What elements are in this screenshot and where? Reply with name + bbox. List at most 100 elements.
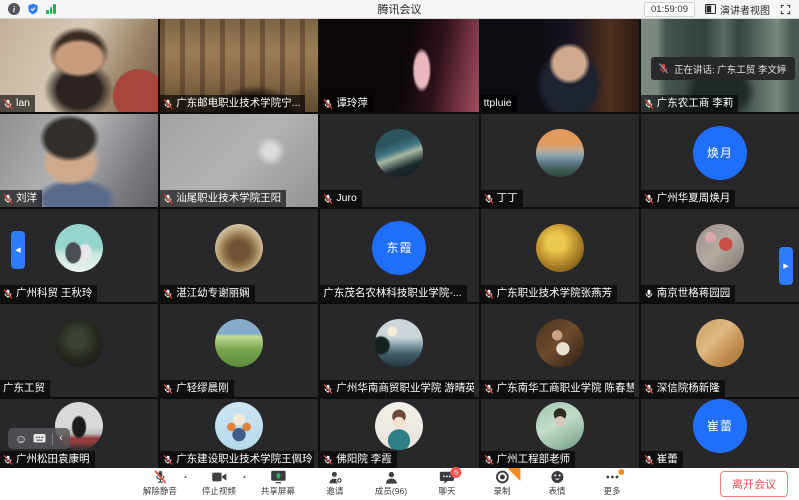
participant-name-tag: 湛江幼专谢丽娴	[160, 285, 255, 302]
chat-button[interactable]: 5 聊天	[432, 470, 462, 497]
avatar-initials: 东霞	[386, 239, 412, 256]
participant-tile[interactable]: 东霞 广东茂名农林科技职业学院-...	[320, 209, 478, 302]
speaker-view-toggle[interactable]: 演讲者视图	[705, 2, 770, 17]
leave-meeting-button[interactable]: 离开会议	[720, 471, 788, 497]
video-grid: lan 广东邮电职业技术学院宁... 谭玲萍	[0, 19, 799, 468]
participant-tile[interactable]: 丁丁	[481, 114, 639, 207]
participant-name: 广东茂名农林科技职业学院-...	[323, 287, 461, 300]
participant-tile[interactable]: 湛江幼专谢丽娴	[160, 209, 318, 302]
participant-tile[interactable]: 焕月 广州华夏周焕月	[641, 114, 799, 207]
participant-name: 刘洋	[16, 192, 37, 205]
mic-muted-icon	[3, 99, 13, 109]
emoji-icon	[550, 470, 564, 484]
participant-name-tag: 广州华夏周焕月	[641, 190, 736, 207]
participant-name-tag: 广州科贸 王秋玲	[0, 285, 97, 302]
participant-name-tag: 崔蕾	[641, 451, 683, 468]
mic-on-icon	[644, 289, 654, 299]
more-button[interactable]: 更多	[597, 470, 627, 497]
members-button[interactable]: 成员(96)	[375, 470, 407, 497]
share-screen-button[interactable]: 共享屏幕	[261, 470, 295, 497]
participant-name: 广东邮电职业技术学院宁...	[176, 97, 300, 110]
emoji-reaction-icon[interactable]: ☺	[15, 433, 27, 445]
title-bar-right: 01:59:09 演讲者视图	[644, 2, 791, 17]
record-button[interactable]: 录制	[487, 470, 517, 497]
view-toggle-label: 演讲者视图	[720, 2, 770, 17]
record-icon	[495, 470, 509, 484]
participant-name: 湛江幼专谢丽娴	[176, 287, 250, 300]
participant-tile[interactable]: 广东职业技术学院张燕芳	[481, 209, 639, 302]
participant-name-tag: 刘洋	[0, 190, 42, 207]
participant-tile[interactable]: 深信院杨新隆	[641, 304, 799, 397]
participant-name-tag: ttpluie	[481, 95, 517, 112]
participant-tile[interactable]: 广州华南商贸职业学院 游晴英	[320, 304, 478, 397]
participant-name-tag: 广轻缪晨刚	[160, 380, 234, 397]
emoji-button[interactable]: 表情	[542, 470, 572, 497]
participant-tile[interactable]: 广东建设职业技术学院王佩玲	[160, 399, 318, 468]
mic-muted-icon	[484, 289, 494, 299]
unmute-label: 解除静音	[143, 485, 177, 497]
meeting-status-icons: i	[8, 3, 56, 15]
participant-name-tag: 广东茂名农林科技职业学院-...	[320, 285, 466, 302]
participant-name: 广东南华工商职业学院 陈春慧	[497, 382, 634, 395]
participant-tile[interactable]: Juro	[320, 114, 478, 207]
stop-video-label: 停止视频	[202, 485, 236, 497]
participant-avatar	[536, 129, 584, 177]
participant-avatar	[375, 402, 423, 450]
fullscreen-icon[interactable]	[780, 4, 791, 15]
participant-tile[interactable]: 广州工程部老师	[481, 399, 639, 468]
invite-label: 邀请	[326, 485, 343, 497]
chat-label: 聊天	[439, 485, 456, 497]
participant-name-tag: 广东农工商 李莉	[641, 95, 738, 112]
network-signal-icon[interactable]	[46, 4, 56, 14]
participant-avatar	[536, 224, 584, 272]
participant-tile[interactable]: ttpluie	[481, 19, 639, 112]
collapse-quickbar-icon[interactable]: ‹	[59, 433, 63, 444]
mic-muted-icon	[3, 455, 13, 465]
caption-keyboard-icon[interactable]	[33, 433, 46, 444]
participant-tile[interactable]: 广轻缪晨刚	[160, 304, 318, 397]
participant-name-tag: lan	[0, 95, 35, 112]
invite-button[interactable]: 邀请	[320, 470, 350, 497]
participant-tile[interactable]: 崔蕾 崔蕾	[641, 399, 799, 468]
participant-tile[interactable]: lan	[0, 19, 158, 112]
participant-name-tag: Juro	[320, 190, 361, 207]
more-dots-icon	[604, 470, 620, 484]
mute-options-caret[interactable]: ▲	[183, 474, 188, 480]
unmute-button[interactable]: ▲ 解除静音	[143, 470, 177, 497]
participant-name-tag: 广东南华工商职业学院 陈春慧	[481, 380, 634, 397]
prev-page-button[interactable]: ◀	[11, 231, 25, 269]
participant-name: 丁丁	[497, 192, 518, 205]
participant-tile[interactable]: 谭玲萍	[320, 19, 478, 112]
participant-tile[interactable]: 汕尾职业技术学院王阳	[160, 114, 318, 207]
mic-muted-icon	[644, 99, 654, 109]
quickbar-divider	[52, 433, 53, 445]
participant-avatar	[375, 129, 423, 177]
participant-tile[interactable]: 广东南华工商职业学院 陈春慧	[481, 304, 639, 397]
participant-avatar	[215, 319, 263, 367]
participant-tile[interactable]: 广东邮电职业技术学院宁...	[160, 19, 318, 112]
speaking-toast-text: 正在讲话: 广东工贸 李文婷	[674, 62, 786, 76]
mic-muted-icon	[323, 455, 333, 465]
more-notification-dot	[618, 469, 624, 475]
participant-name: 广州华南商贸职业学院 游晴英	[336, 382, 473, 395]
next-page-button[interactable]: ▶	[779, 247, 793, 285]
participant-name: 广州华夏周焕月	[657, 192, 731, 205]
camera-icon	[211, 470, 227, 484]
participant-tile[interactable]: 刘洋	[0, 114, 158, 207]
participant-avatar	[536, 402, 584, 450]
participant-name: 谭玲萍	[336, 97, 368, 110]
mic-muted-icon	[163, 194, 173, 204]
mic-muted-icon	[644, 455, 654, 465]
stop-video-button[interactable]: ▲ 停止视频	[202, 470, 236, 497]
participant-tile[interactable]: 佛阳院 李霞	[320, 399, 478, 468]
participant-name: 广东工贸	[3, 382, 45, 395]
chat-unread-badge: 5	[451, 467, 462, 478]
video-options-caret[interactable]: ▲	[242, 474, 247, 480]
mic-muted-icon	[163, 455, 173, 465]
participant-name-tag: 佛阳院 李霞	[320, 451, 396, 468]
participant-tile[interactable]: 广东工贸	[0, 304, 158, 397]
participant-tile[interactable]: 南京世格蒋园园	[641, 209, 799, 302]
security-shield-icon[interactable]	[27, 3, 39, 15]
bottom-toolbar: ▲ 解除静音 ▲ 停止视频	[0, 468, 799, 500]
meeting-info-icon[interactable]: i	[8, 3, 20, 15]
